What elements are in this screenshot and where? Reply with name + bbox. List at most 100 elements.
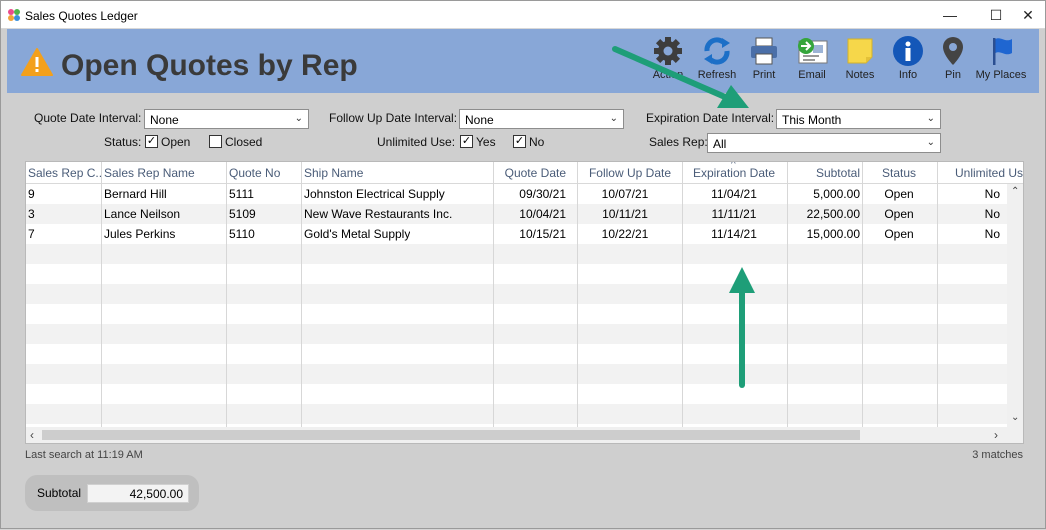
column-divider (787, 162, 788, 428)
cell-sales-rep-name: Lance Neilson (104, 207, 181, 221)
column-divider (862, 162, 863, 428)
subtotal-label: Subtotal (37, 486, 82, 500)
app-window: Sales Quotes Ledger — ☐ ✕ Open Quotes by… (0, 0, 1046, 529)
refresh-icon (704, 37, 730, 65)
column-header-ship-name[interactable]: Ship Name (304, 162, 492, 184)
expiration-select[interactable]: This Month ⌄ (776, 109, 941, 129)
yes-checkbox[interactable]: ✓ (460, 135, 473, 148)
cell-status: Open (884, 187, 914, 201)
cell-follow-up-date: 10/11/21 (602, 207, 648, 221)
open-checkbox[interactable]: ✓ (145, 135, 158, 148)
column-header-status[interactable]: Status (863, 162, 935, 184)
cell-ship-name: New Wave Restaurants Inc. (304, 207, 453, 221)
flag-icon (993, 38, 1012, 65)
chevron-down-icon: ⌄ (926, 113, 935, 124)
page-title: Open Quotes by Rep (61, 49, 358, 82)
follow-up-label: Follow Up Date Interval: (329, 111, 458, 125)
cell-ship-name: Johnston Electrical Supply (304, 187, 445, 201)
closed-label: Closed (225, 135, 263, 149)
cell-ship-name: Gold's Metal Supply (304, 227, 411, 241)
closed-checkbox[interactable] (209, 135, 222, 148)
column-header-sales-rep-code[interactable]: Sales Rep C... (28, 162, 101, 184)
cell-quote-no: 5110 (229, 227, 255, 241)
column-divider (226, 162, 227, 428)
cell-sales-rep-code: 9 (28, 187, 35, 201)
column-header-quote-no[interactable]: Quote No (229, 162, 299, 184)
follow-up-value: None (465, 113, 494, 127)
warning-icon (21, 48, 53, 76)
scroll-down-icon[interactable]: ⌄ (1011, 412, 1019, 423)
last-search-text: Last search at 11:19 AM (25, 449, 143, 461)
subtotal-value: 42,500.00 (87, 484, 189, 503)
quote-date-value: None (150, 113, 179, 127)
vertical-scrollbar[interactable]: ⌃ ⌄ (1007, 184, 1023, 428)
column-divider (101, 162, 102, 428)
my-places-label: My Places (975, 69, 1027, 81)
column-header-subtotal[interactable]: Subtotal (786, 162, 860, 184)
window-title: Sales Quotes Ledger (25, 9, 138, 23)
cell-unlimited-use: No (984, 227, 1000, 241)
column-divider (493, 162, 494, 428)
quote-date-label: Quote Date Interval: (34, 111, 142, 125)
cell-status: Open (884, 227, 914, 241)
scroll-up-icon[interactable]: ⌃ (1011, 186, 1019, 197)
chevron-down-icon: ⌄ (609, 113, 618, 124)
horizontal-scroll-thumb[interactable] (42, 430, 860, 440)
action-button[interactable]: Action (640, 35, 696, 81)
quote-date-select[interactable]: None ⌄ (144, 109, 309, 129)
horizontal-scrollbar[interactable]: ‹ › (26, 427, 1023, 443)
printer-icon (751, 37, 777, 65)
cell-sales-rep-code: 3 (28, 207, 35, 221)
column-divider (937, 162, 938, 428)
sort-indicator-icon: ^ (731, 161, 736, 170)
quotes-table: Sales Rep C... Sales Rep Name Quote No S… (25, 161, 1024, 444)
column-header-expiration-date[interactable]: Expiration Date (684, 162, 775, 184)
unlimited-use-label: Unlimited Use: (377, 135, 456, 149)
scroll-left-icon[interactable]: ‹ (30, 428, 34, 442)
cell-unlimited-use: No (984, 187, 1000, 201)
sticky-note-icon (847, 38, 873, 64)
cell-quote-date: 10/15/21 (519, 227, 566, 241)
expiration-value: This Month (782, 113, 842, 127)
cell-expiration-date: 11/14/21 (711, 227, 757, 241)
cell-quote-no: 5111 (229, 187, 254, 201)
close-button[interactable]: ✕ (1013, 5, 1043, 25)
column-divider (301, 162, 302, 428)
cell-subtotal: 22,500.00 (806, 207, 860, 221)
cell-unlimited-use: No (984, 207, 1000, 221)
sales-rep-label: Sales Rep: (649, 135, 708, 149)
sales-rep-value: All (713, 137, 727, 151)
pin-icon (943, 37, 963, 65)
table-header: Sales Rep C... Sales Rep Name Quote No S… (26, 162, 1023, 184)
page-header: Open Quotes by Rep Action Refresh Print … (7, 29, 1039, 93)
email-icon (798, 38, 828, 64)
match-count: 3 matches (972, 449, 1023, 461)
column-header-sales-rep-name[interactable]: Sales Rep Name (104, 162, 224, 184)
minimize-button[interactable]: — (935, 5, 965, 25)
action-label: Action (652, 69, 684, 81)
column-header-quote-date[interactable]: Quote Date (496, 162, 566, 184)
sales-rep-select[interactable]: All ⌄ (707, 133, 941, 153)
yes-label: Yes (476, 135, 496, 149)
column-header-follow-up-date[interactable]: Follow Up Date (579, 162, 671, 184)
maximize-button[interactable]: ☐ (981, 5, 1011, 25)
column-divider (577, 162, 578, 428)
no-checkbox[interactable]: ✓ (513, 135, 526, 148)
no-label: No (529, 135, 545, 149)
expiration-label: Expiration Date Interval: (646, 111, 775, 125)
cell-status: Open (884, 207, 914, 221)
cell-expiration-date: 11/11/21 (711, 207, 757, 221)
gear-icon (654, 37, 682, 65)
title-bar: Sales Quotes Ledger — ☐ ✕ (1, 1, 1045, 29)
column-header-unlimited-use[interactable]: Unlimited Us (955, 162, 1023, 184)
cell-quote-date: 09/30/21 (519, 187, 566, 201)
subtotal-panel: Subtotal 42,500.00 (25, 475, 199, 511)
scroll-right-icon[interactable]: › (994, 428, 998, 442)
status-label: Status: (104, 135, 142, 149)
cell-subtotal: 15,000.00 (806, 227, 860, 241)
cell-sales-rep-name: Bernard Hill (104, 187, 167, 201)
cell-quote-date: 10/04/21 (519, 207, 566, 221)
cell-follow-up-date: 10/22/21 (601, 227, 649, 241)
follow-up-select[interactable]: None ⌄ (459, 109, 624, 129)
my-places-button[interactable]: My Places (973, 35, 1029, 81)
